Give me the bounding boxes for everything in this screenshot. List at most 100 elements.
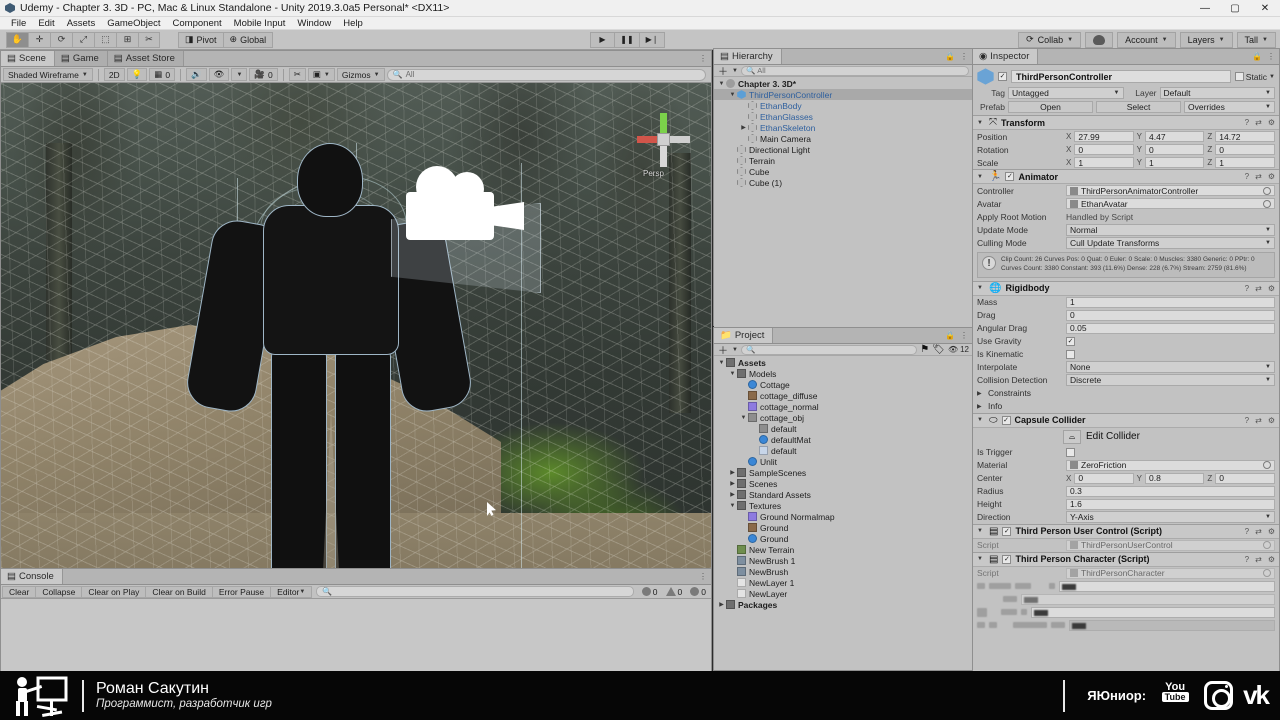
collab-button[interactable]: ⟳ Collab ▼: [1018, 31, 1082, 48]
rotation-x-input[interactable]: 0: [1074, 144, 1134, 155]
foldout-icon[interactable]: ▼: [977, 556, 985, 562]
help-icon[interactable]: ?: [1245, 172, 1249, 181]
gear-icon[interactable]: ⚙: [1268, 118, 1275, 127]
console-error-counter[interactable]: 0: [686, 587, 710, 597]
scene-visibility-dropdown[interactable]: ▼: [231, 68, 248, 81]
animator-enabled-checkbox[interactable]: ✓: [1005, 172, 1015, 181]
scale-z-input[interactable]: 1: [1215, 157, 1276, 168]
preset-icon[interactable]: ⇄: [1255, 527, 1262, 536]
hierarchy-item[interactable]: Directional Light: [714, 144, 972, 155]
preset-icon[interactable]: ⇄: [1255, 416, 1262, 425]
capsule-collider-header[interactable]: ▼ ⬭ ✓ Capsule Collider ? ⇄ ⚙: [973, 413, 1279, 428]
static-toggle[interactable]: Static ▼: [1234, 72, 1275, 82]
use-gravity-checkbox[interactable]: ✓: [1066, 336, 1075, 346]
drag-input[interactable]: 0: [1066, 309, 1275, 321]
lock-icon[interactable]: 🔒: [945, 52, 955, 61]
tab-game[interactable]: ▤ Game: [54, 51, 108, 66]
help-icon[interactable]: ?: [1245, 416, 1249, 425]
project-item[interactable]: NewLayer 1: [714, 577, 972, 588]
step-button[interactable]: ▶❘: [640, 31, 665, 48]
character-enabled-checkbox[interactable]: ✓: [1002, 554, 1012, 564]
console-clear-on-play-button[interactable]: Clear on Play: [82, 585, 147, 598]
foldout-icon[interactable]: ▼: [717, 81, 726, 87]
help-icon[interactable]: ?: [1245, 527, 1249, 536]
interpolate-dropdown[interactable]: None ▼: [1066, 361, 1275, 374]
scene-orientation-gizmo[interactable]: Persp: [633, 111, 693, 181]
tag-dropdown[interactable]: Untagged ▼: [1008, 87, 1124, 99]
lock-icon[interactable]: 🔒: [1252, 52, 1262, 61]
project-item[interactable]: Cottage: [714, 379, 972, 390]
shading-mode-dropdown[interactable]: Shaded Wireframe ▼: [3, 68, 93, 81]
project-item[interactable]: Ground: [714, 522, 972, 533]
console-error-pause-button[interactable]: Error Pause: [212, 585, 272, 598]
menu-item-gameobject[interactable]: GameObject: [101, 17, 166, 30]
object-picker-icon[interactable]: [1263, 461, 1271, 470]
foldout-icon[interactable]: ▶: [728, 491, 737, 498]
obscured-input[interactable]: [1059, 580, 1275, 592]
project-item[interactable]: ▶ Standard Assets: [714, 489, 972, 500]
create-object-button[interactable]: ＋: [717, 63, 729, 78]
static-checkbox[interactable]: [1234, 72, 1244, 81]
avatar-object-field[interactable]: EthanAvatar: [1066, 198, 1275, 209]
project-item[interactable]: default: [714, 423, 972, 434]
scene-viewport[interactable]: Persp: [1, 83, 711, 568]
vk-icon[interactable]: vk: [1243, 680, 1270, 711]
project-item[interactable]: defaultMat: [714, 434, 972, 445]
gizmo-axis-x-negative[interactable]: [668, 136, 690, 143]
hierarchy-item[interactable]: Cube: [714, 166, 972, 177]
project-item[interactable]: ▼ cottage_obj: [714, 412, 972, 423]
hierarchy-search-input[interactable]: 🔍 All: [740, 65, 969, 76]
gear-icon[interactable]: ⚙: [1268, 555, 1275, 564]
rigidbody-header[interactable]: ▼ 🌐 Rigidbody ? ⇄ ⚙: [973, 281, 1279, 296]
hand-tool[interactable]: ✋: [6, 31, 28, 48]
height-input[interactable]: 1.6: [1066, 498, 1275, 510]
rotate-tool[interactable]: ⟳: [50, 31, 72, 48]
play-button[interactable]: ▶: [590, 31, 615, 48]
cloud-button[interactable]: [1085, 31, 1114, 48]
position-y-input[interactable]: 4.47: [1145, 131, 1205, 142]
hierarchy-item[interactable]: Terrain: [714, 155, 972, 166]
help-icon[interactable]: ?: [1245, 118, 1249, 127]
obscured-input[interactable]: [1031, 606, 1275, 618]
foldout-icon[interactable]: ▼: [977, 528, 985, 534]
animator-header[interactable]: ▼ 🏃 ✓ Animator ? ⇄ ⚙: [973, 170, 1279, 184]
mass-input[interactable]: 1: [1066, 296, 1275, 308]
preset-icon[interactable]: ⇄: [1255, 284, 1262, 293]
edit-collider-button[interactable]: ⌓: [1063, 429, 1081, 444]
console-log-counter[interactable]: 0: [638, 587, 662, 597]
move-tool[interactable]: ✛: [28, 31, 50, 48]
project-item[interactable]: New Terrain: [714, 544, 972, 555]
prefab-overrides-dropdown[interactable]: Overrides ▼: [1184, 101, 1275, 113]
youtube-icon[interactable]: You Tube: [1156, 681, 1194, 710]
menu-item-assets[interactable]: Assets: [61, 17, 102, 30]
project-item[interactable]: Ground Normalmap: [714, 511, 972, 522]
obscured-slider[interactable]: [1069, 619, 1275, 631]
perspective-label[interactable]: Persp: [643, 169, 664, 178]
foldout-icon[interactable]: ▶: [728, 480, 737, 487]
transform-header[interactable]: ▼ ⤧ Transform ? ⇄ ⚙: [973, 116, 1279, 130]
center-y-input[interactable]: 0.8: [1145, 472, 1205, 484]
project-item[interactable]: ▼ Models: [714, 368, 972, 379]
scene-camera-settings[interactable]: 🎥 0: [249, 68, 278, 81]
filter-by-type-icon[interactable]: ⚑: [920, 344, 929, 355]
panel-menu[interactable]: ⋮: [699, 54, 707, 63]
gizmo-center-cube[interactable]: [657, 133, 670, 146]
update-mode-dropdown[interactable]: Normal ▼: [1066, 223, 1275, 236]
panel-menu[interactable]: 🔒 ⋮: [1252, 52, 1275, 61]
scene-lighting-toggle[interactable]: 💡: [126, 68, 148, 81]
foldout-icon[interactable]: ▶: [977, 403, 985, 410]
foldout-icon[interactable]: ▶: [728, 469, 737, 476]
scene-audio-toggle[interactable]: 🔊: [186, 68, 207, 81]
transform-tool[interactable]: ⊞: [116, 31, 138, 48]
center-x-input[interactable]: 0: [1074, 472, 1134, 484]
project-item[interactable]: ▼ Assets: [714, 357, 972, 368]
info-row[interactable]: ▶ Info: [973, 400, 1279, 413]
chevron-down-icon[interactable]: ▼: [732, 68, 738, 74]
object-enabled-checkbox[interactable]: ✓: [998, 72, 1007, 81]
project-item[interactable]: cottage_normal: [714, 401, 972, 412]
lock-icon[interactable]: 🔒: [945, 331, 955, 340]
foldout-icon[interactable]: ▼: [728, 92, 737, 98]
panel-menu[interactable]: 🔒 ⋮: [945, 331, 968, 340]
gizmo-axis-x[interactable]: [637, 136, 659, 143]
scale-tool[interactable]: ⤢: [72, 31, 94, 48]
